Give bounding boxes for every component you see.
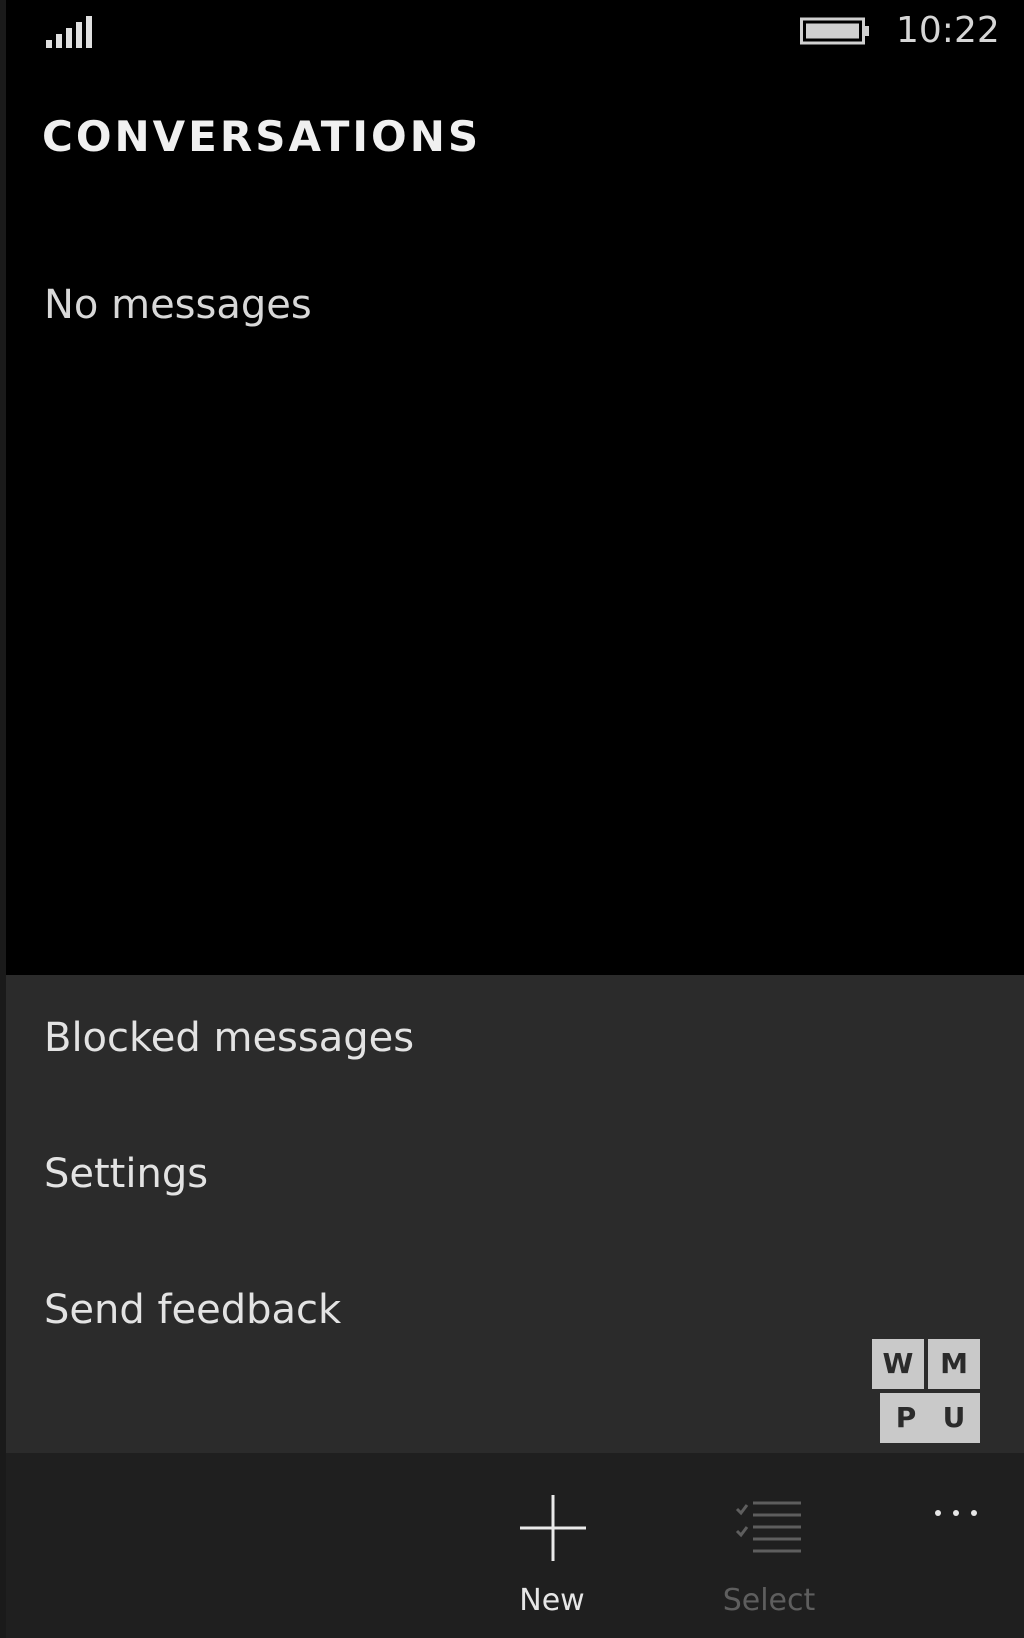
select-button[interactable]: Select — [699, 1453, 839, 1638]
battery-icon — [800, 17, 869, 45]
watermark-tile-u: U — [928, 1393, 980, 1443]
ellipsis-icon[interactable] — [916, 1483, 996, 1543]
watermark-tile-w: W — [872, 1339, 924, 1389]
status-bar: 10:22 — [0, 0, 1024, 70]
empty-state-message: No messages — [44, 282, 312, 328]
signal-strength-icon — [46, 16, 92, 48]
wmpu-watermark-logo: W M P U — [870, 1337, 990, 1449]
select-button-label: Select — [722, 1583, 816, 1618]
plus-icon — [520, 1495, 586, 1561]
menu-item-settings[interactable]: Settings — [44, 1151, 208, 1197]
app-bar: New Select — [6, 1453, 1024, 1638]
watermark-tile-p: P — [880, 1393, 932, 1443]
select-list-icon — [735, 1501, 801, 1553]
menu-item-send-feedback[interactable]: Send feedback — [44, 1287, 341, 1333]
watermark-tile-m: M — [928, 1339, 980, 1389]
new-button-label: New — [519, 1583, 585, 1618]
menu-item-blocked-messages[interactable]: Blocked messages — [44, 1015, 414, 1061]
page-title: CONVERSATIONS — [42, 112, 482, 161]
new-button[interactable]: New — [482, 1453, 622, 1638]
clock: 10:22 — [896, 10, 1000, 51]
